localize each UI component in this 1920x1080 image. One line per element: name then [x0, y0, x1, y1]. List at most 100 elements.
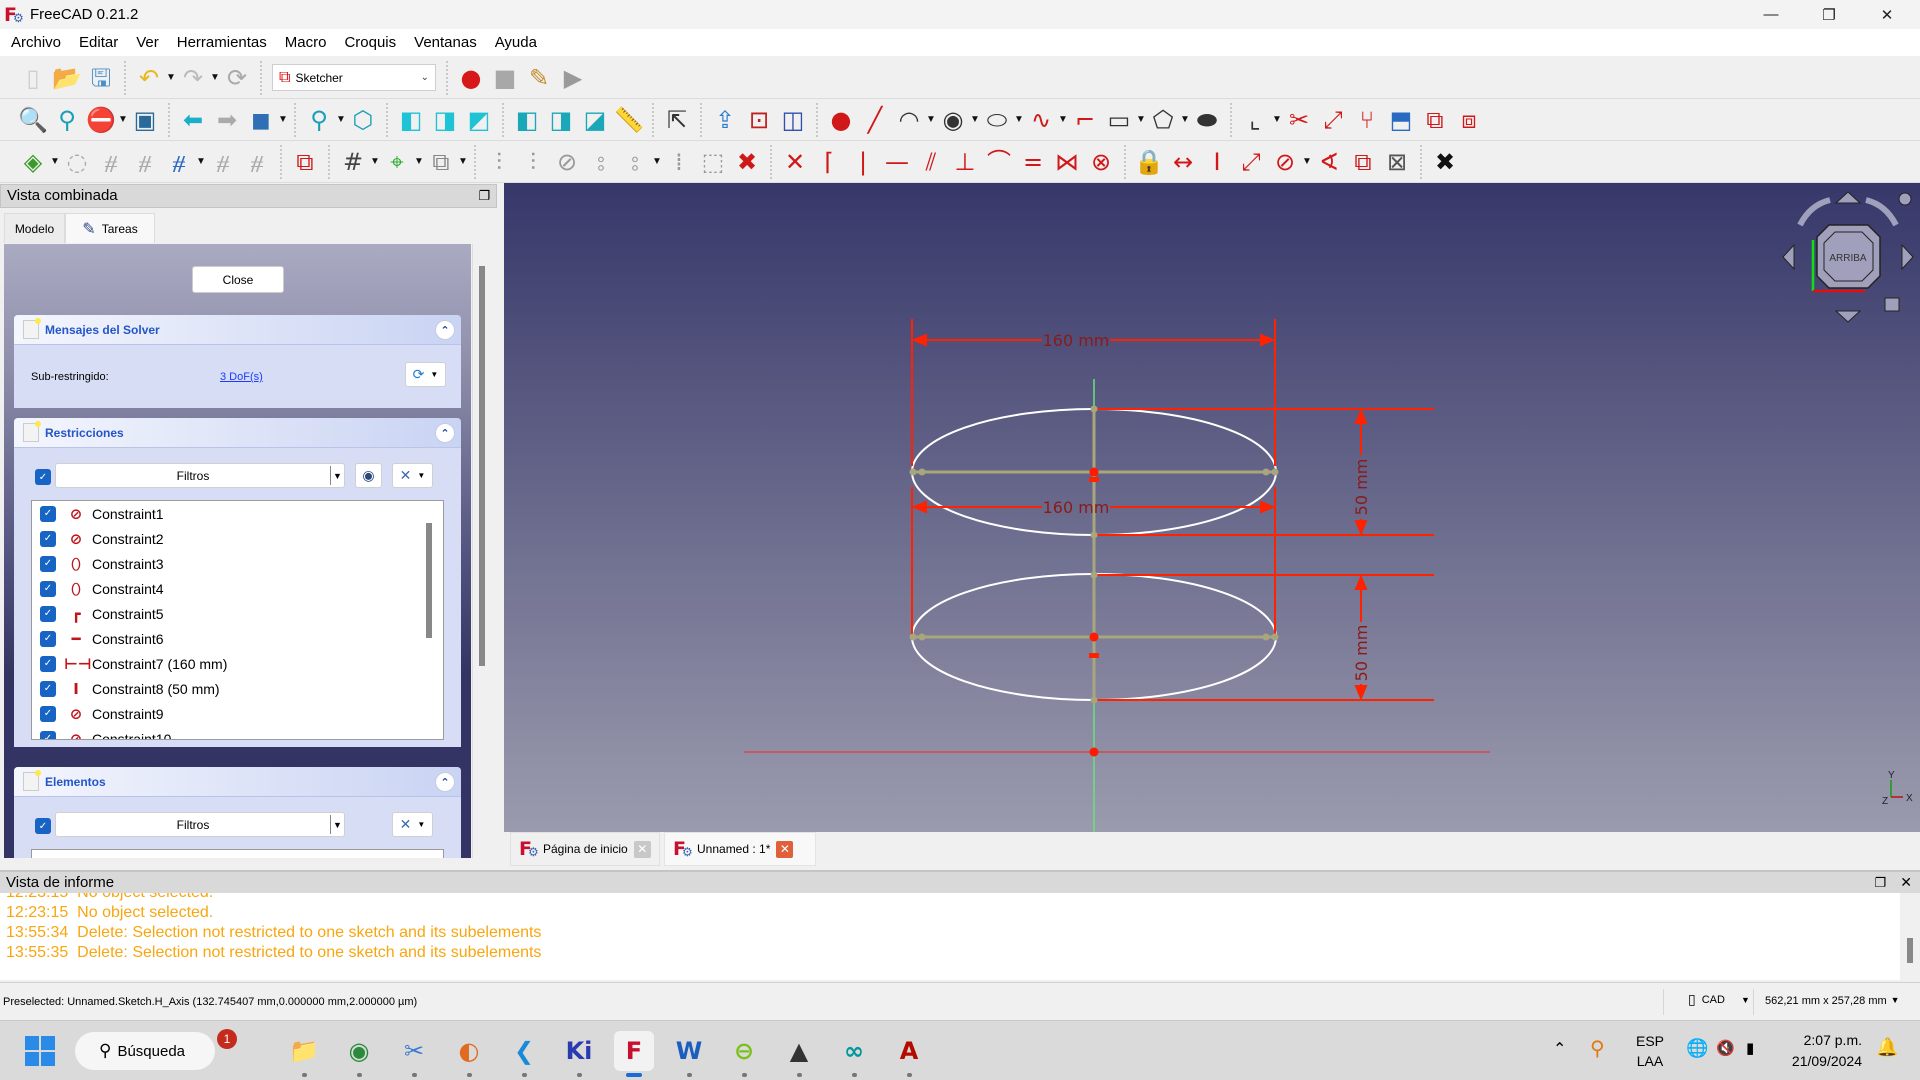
taskbar-app-freecad[interactable]: F: [614, 1031, 654, 1077]
dropdown-arrow-icon[interactable]: ▼: [1272, 114, 1282, 125]
undo-button[interactable]: ↶: [132, 61, 166, 95]
dimension-label-height-upper[interactable]: 50 mm: [1352, 459, 1371, 516]
menu-archivo[interactable]: Archivo: [2, 34, 70, 51]
close-tab-icon[interactable]: ✕: [633, 840, 651, 858]
taskbar-app-snipping-tool[interactable]: ✂: [394, 1031, 434, 1077]
rotate-left-arrow-icon[interactable]: [1782, 243, 1795, 271]
snap-button[interactable]: ⌖: [380, 145, 414, 179]
language-indicator[interactable]: ESP LAA: [1636, 1031, 1664, 1071]
notifications-bell-icon[interactable]: 🔔: [1876, 1037, 1898, 1058]
dropdown-arrow-icon[interactable]: ▼: [166, 72, 176, 83]
polyline-button[interactable]: ⌐: [1068, 103, 1102, 137]
solver-refresh-button[interactable]: ⟳ ▼: [405, 362, 446, 387]
sketch-point[interactable]: [1262, 633, 1270, 641]
slot-button[interactable]: ⬬: [1190, 103, 1224, 137]
menu-macro[interactable]: Macro: [276, 34, 336, 51]
roll-right-arrow-icon[interactable]: [1865, 197, 1899, 227]
close-sketch-button[interactable]: ✖: [1428, 145, 1462, 179]
dropdown-arrow-icon[interactable]: ▼: [1014, 114, 1024, 125]
rotate-button[interactable]: ⊘: [550, 145, 584, 179]
menu-editar[interactable]: Editar: [70, 34, 127, 51]
constrain-horizontal-button[interactable]: —: [880, 145, 914, 179]
constrain-vertical-button[interactable]: |: [846, 145, 880, 179]
move-button[interactable]: ⦂: [618, 145, 652, 179]
workbench-selector[interactable]: ⧉ Sketcher ⌄: [272, 64, 436, 91]
dropdown-arrow-icon[interactable]: ▼: [370, 156, 380, 167]
constrain-equal-button[interactable]: =: [1016, 145, 1050, 179]
tab-tareas[interactable]: ✎ Tareas: [65, 213, 155, 243]
select-constraints-button[interactable]: ◌: [60, 145, 94, 179]
constrain-lock-button[interactable]: 🔒: [1132, 145, 1166, 179]
sketch-point[interactable]: [1090, 571, 1098, 579]
dropdown-arrow-icon[interactable]: ▼: [458, 156, 468, 167]
constraint-visibility-checkbox[interactable]: ✓: [40, 630, 56, 647]
sketch-point[interactable]: [909, 468, 917, 476]
symmetry-button[interactable]: ⫶: [482, 145, 516, 179]
elements-section-header[interactable]: Elementos ⌃: [14, 767, 461, 797]
constrain-angle-button[interactable]: ∢: [1312, 145, 1346, 179]
constraints-select-all-checkbox[interactable]: ✓: [35, 469, 51, 485]
dimension-readout[interactable]: 562,21 mm x 257,28 mm ▼: [1765, 995, 1900, 1007]
clone-button[interactable]: ⫶: [516, 145, 550, 179]
dropdown-arrow-icon[interactable]: ▼: [336, 114, 346, 125]
taskbar-app-app-green[interactable]: ⊖: [724, 1031, 764, 1077]
rendering-order-button[interactable]: ⧉: [424, 145, 458, 179]
dimension-label-height-lower[interactable]: 50 mm: [1352, 625, 1371, 682]
front-view-button[interactable]: ◧: [394, 103, 428, 137]
constrain-radius-button[interactable]: ⊘: [1268, 145, 1302, 179]
view-section-button[interactable]: ◫: [776, 103, 810, 137]
whats-this-button[interactable]: ⇱: [660, 103, 694, 137]
taskbar-app-arduino[interactable]: ∞: [834, 1031, 874, 1077]
dropdown-arrow-icon[interactable]: ▼: [1058, 114, 1068, 125]
tab-modelo[interactable]: Modelo: [4, 213, 65, 243]
select-h-axis-button[interactable]: ⧣: [128, 145, 162, 179]
external-geometry-button[interactable]: ⬒: [1384, 103, 1418, 137]
dropdown-arrow-icon[interactable]: ▼: [970, 114, 980, 125]
scrollbar-thumb[interactable]: [1907, 938, 1913, 963]
toggle-active-button[interactable]: ⊠: [1380, 145, 1414, 179]
delete-all-constraints-button[interactable]: ✖: [730, 145, 764, 179]
constraint-list-item[interactable]: ✓ ⊘ Constraint1: [32, 501, 443, 526]
workbench-nav-button[interactable]: ◼: [244, 103, 278, 137]
menu-ver[interactable]: Ver: [127, 34, 168, 51]
dropdown-arrow-icon[interactable]: ▼: [118, 114, 128, 125]
battery-icon[interactable]: ▮: [1746, 1039, 1754, 1057]
solver-section-header[interactable]: Mensajes del Solver ⌃: [14, 315, 461, 345]
refresh-button[interactable]: ⟳: [220, 61, 254, 95]
tab-unnamed[interactable]: F ⚙ Unnamed : 1* ✕: [664, 832, 816, 866]
dropdown-arrow-icon[interactable]: ▼: [414, 156, 424, 167]
constraints-list-scrollbar[interactable]: [426, 523, 432, 638]
constraint-list-item[interactable]: ✓ ⊘ Constraint2: [32, 526, 443, 551]
sketch-canvas[interactable]: 160 mm 160 mm 50 mm 50 mm ARRIBA Y X Z: [504, 183, 1920, 832]
navigation-style-selector[interactable]: ▯ CAD ▼: [1688, 991, 1750, 1008]
rear-view-button[interactable]: ◧: [510, 103, 544, 137]
taskbar-app-file-explorer[interactable]: 📁: [284, 1031, 324, 1077]
toggle-construction-button[interactable]: ⧈: [1452, 103, 1486, 137]
constraint-list-item[interactable]: ✓ ⊘ Constraint10: [32, 726, 443, 739]
toggle-driving-button[interactable]: ⧉: [1346, 145, 1380, 179]
dropdown-arrow-icon[interactable]: ▼: [210, 72, 220, 83]
rectangle-button[interactable]: ▭: [1102, 103, 1136, 137]
constraint-visibility-checkbox[interactable]: ✓: [40, 555, 56, 572]
select-origin-button[interactable]: ⧣: [94, 145, 128, 179]
constraint-list-item[interactable]: ✓ ⊢⊣ Constraint7 (160 mm): [32, 651, 443, 676]
view-sketch-button[interactable]: ⊡: [742, 103, 776, 137]
constraint-list-item[interactable]: ✓ I Constraint8 (50 mm): [32, 676, 443, 701]
taskbar-app-acrobat[interactable]: A: [889, 1031, 929, 1077]
fillet-button[interactable]: ⌞: [1238, 103, 1272, 137]
arc-button[interactable]: ◠: [892, 103, 926, 137]
bspline-button[interactable]: ∿: [1024, 103, 1058, 137]
new-document-button[interactable]: ▯: [16, 61, 50, 95]
sketch-point[interactable]: [909, 633, 917, 641]
dof-link[interactable]: 3 DoF(s): [220, 371, 263, 383]
constraint-list-item[interactable]: ✓ ┏ Constraint5: [32, 601, 443, 626]
constraint-visibility-checkbox[interactable]: ✓: [40, 605, 56, 622]
constraint-list-item[interactable]: ✓ ⬯ Constraint4: [32, 576, 443, 601]
clock[interactable]: 2:07 p.m. 21/09/2024: [1782, 1030, 1862, 1072]
dimension-label-width-top[interactable]: 160 mm: [1043, 331, 1110, 350]
taskbar-search[interactable]: ⚲ Búsqueda: [75, 1032, 215, 1070]
back-button[interactable]: ⬅: [176, 103, 210, 137]
grid-button[interactable]: #: [336, 145, 370, 179]
menu-ventanas[interactable]: Ventanas: [405, 34, 486, 51]
constraint-visibility-checkbox[interactable]: ✓: [40, 680, 56, 697]
